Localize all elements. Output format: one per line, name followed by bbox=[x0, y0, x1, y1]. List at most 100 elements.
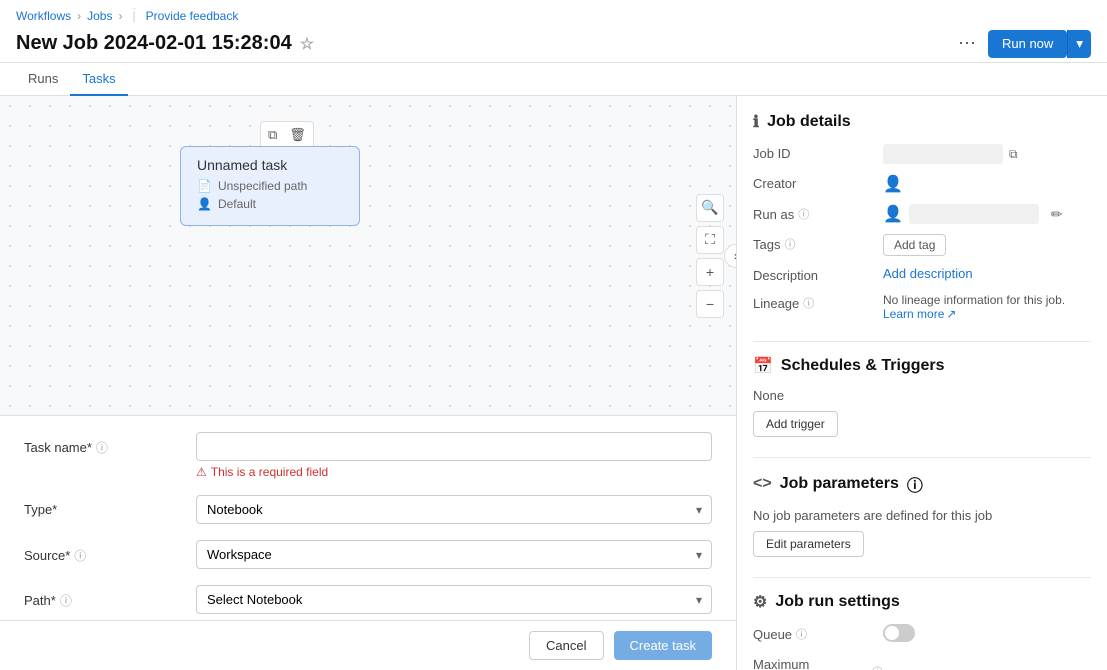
path-icon: 📄 bbox=[197, 179, 212, 193]
divider-3 bbox=[753, 577, 1091, 578]
source-select[interactable]: Workspace bbox=[196, 540, 712, 569]
queue-value bbox=[883, 624, 1091, 645]
add-tag-button[interactable]: Add tag bbox=[883, 234, 946, 256]
job-parameters-section: <> Job parameters ⓘ No job parameters ar… bbox=[753, 472, 1091, 557]
path-info-icon[interactable]: ⓘ bbox=[60, 592, 72, 609]
source-control: Workspace ▾ bbox=[196, 540, 712, 569]
job-parameters-title: <> Job parameters ⓘ bbox=[753, 472, 1091, 496]
search-canvas-button[interactable]: 🔍 bbox=[696, 194, 724, 222]
main-content: ⧉ 🗑 Unnamed task 📄 Unspecified path 👤 De… bbox=[0, 96, 1107, 670]
run-now-chevron[interactable]: ▾ bbox=[1067, 30, 1091, 58]
right-panel: ℹ Job details Job ID ⧉ Creator 👤 bbox=[737, 96, 1107, 670]
task-name-label: Task name* ⓘ bbox=[24, 432, 184, 456]
job-details-title: ℹ Job details bbox=[753, 112, 1091, 132]
breadcrumb-jobs[interactable]: Jobs bbox=[87, 9, 112, 23]
canvas-area: ⧉ 🗑 Unnamed task 📄 Unspecified path 👤 De… bbox=[0, 96, 736, 416]
add-description-button[interactable]: Add description bbox=[883, 266, 973, 281]
source-info-icon[interactable]: ⓘ bbox=[74, 547, 86, 564]
task-card[interactable]: Unnamed task 📄 Unspecified path 👤 Defaul… bbox=[180, 146, 360, 226]
run-now-button[interactable]: Run now bbox=[988, 30, 1067, 58]
queue-info-icon[interactable]: ⓘ bbox=[796, 626, 807, 642]
delete-task-button[interactable]: 🗑 bbox=[285, 125, 310, 145]
creator-person-icon: 👤 bbox=[883, 176, 903, 193]
breadcrumb-divider: | bbox=[132, 8, 135, 23]
description-label: Description bbox=[753, 266, 883, 283]
run-now-group: Run now ▾ bbox=[988, 30, 1091, 58]
tags-row: Tags ⓘ Add tag bbox=[753, 234, 1091, 256]
type-select[interactable]: Notebook bbox=[196, 495, 712, 524]
tags-info-icon[interactable]: ⓘ bbox=[784, 236, 795, 252]
run-as-value: 👤 ✏ bbox=[883, 204, 1091, 224]
fullscreen-button[interactable]: ⛶ bbox=[696, 226, 724, 254]
type-control: Notebook ▾ bbox=[196, 495, 712, 524]
task-card-title: Unnamed task bbox=[197, 157, 343, 173]
job-id-row: Job ID ⧉ bbox=[753, 144, 1091, 164]
run-as-edit-icon[interactable]: ✏ bbox=[1051, 206, 1063, 223]
lineage-info-icon[interactable]: ⓘ bbox=[803, 295, 814, 311]
toggle-knob bbox=[885, 626, 899, 640]
tab-tasks[interactable]: Tasks bbox=[70, 63, 127, 96]
source-row: Source* ⓘ Workspace ▾ bbox=[24, 540, 712, 569]
lineage-value: No lineage information for this job. Lea… bbox=[883, 293, 1091, 321]
more-options-button[interactable]: ⋯ bbox=[954, 29, 980, 58]
copy-icon[interactable]: ⧉ bbox=[1009, 147, 1018, 162]
job-id-value: ⧉ bbox=[883, 144, 1091, 164]
task-card-path: 📄 Unspecified path bbox=[197, 179, 343, 193]
edit-parameters-button[interactable]: Edit parameters bbox=[753, 531, 864, 557]
queue-row: Queue ⓘ bbox=[753, 624, 1091, 645]
header-actions: ⋯ Run now ▾ bbox=[954, 29, 1091, 58]
compute-icon: 👤 bbox=[197, 197, 212, 211]
run-as-label: Run as ⓘ bbox=[753, 204, 883, 222]
canvas-controls: 🔍 ⛶ + − bbox=[696, 194, 724, 318]
schedules-none: None bbox=[753, 388, 1091, 403]
max-concurrent-info-icon[interactable]: ⓘ bbox=[872, 664, 883, 670]
info-section-icon: ℹ bbox=[753, 112, 759, 132]
star-icon[interactable]: ☆ bbox=[300, 34, 314, 54]
job-id-input bbox=[883, 144, 1003, 164]
task-toolbar: ⧉ 🗑 bbox=[260, 121, 314, 149]
zoom-in-button[interactable]: + bbox=[696, 258, 724, 286]
create-task-button[interactable]: Create task bbox=[614, 631, 712, 660]
source-label: Source* ⓘ bbox=[24, 540, 184, 564]
lineage-label: Lineage ⓘ bbox=[753, 293, 883, 311]
run-as-person-icon: 👤 bbox=[883, 204, 903, 224]
queue-toggle[interactable] bbox=[883, 624, 915, 642]
job-details-section: ℹ Job details Job ID ⧉ Creator 👤 bbox=[753, 112, 1091, 321]
left-panel: ⧉ 🗑 Unnamed task 📄 Unspecified path 👤 De… bbox=[0, 96, 737, 670]
breadcrumb-workflows[interactable]: Workflows bbox=[16, 9, 71, 23]
sep1: › bbox=[77, 9, 81, 23]
job-title: New Job 2024-02-01 15:28:04 ☆ bbox=[16, 32, 314, 55]
run-as-info-icon[interactable]: ⓘ bbox=[798, 206, 809, 222]
path-label: Path* ⓘ bbox=[24, 585, 184, 609]
learn-more-link[interactable]: Learn more ↗ bbox=[883, 307, 1091, 321]
path-control: Select Notebook ▾ bbox=[196, 585, 712, 614]
form-footer: Cancel Create task bbox=[0, 620, 736, 670]
task-card-compute: 👤 Default bbox=[197, 197, 343, 211]
task-name-input[interactable] bbox=[196, 432, 712, 461]
path-select[interactable]: Select Notebook bbox=[196, 585, 712, 614]
job-title-text: New Job 2024-02-01 15:28:04 bbox=[16, 32, 292, 55]
job-run-settings-title: ⚙ Job run settings bbox=[753, 592, 1091, 612]
tags-label: Tags ⓘ bbox=[753, 234, 883, 252]
task-name-info-icon[interactable]: ⓘ bbox=[96, 439, 108, 456]
copy-task-button[interactable]: ⧉ bbox=[264, 125, 281, 145]
task-name-control: ⚠ This is a required field bbox=[196, 432, 712, 479]
task-name-error: ⚠ This is a required field bbox=[196, 465, 712, 479]
max-concurrent-label: Maximum concurrent runs ⓘ bbox=[753, 655, 883, 670]
tab-runs[interactable]: Runs bbox=[16, 63, 70, 96]
run-as-row: Run as ⓘ 👤 ✏ bbox=[753, 204, 1091, 224]
job-parameters-info-icon[interactable]: ⓘ bbox=[907, 472, 923, 496]
feedback-link[interactable]: Provide feedback bbox=[146, 9, 239, 23]
error-icon: ⚠ bbox=[196, 465, 207, 479]
description-value: Add description bbox=[883, 266, 1091, 281]
description-row: Description Add description bbox=[753, 266, 1091, 283]
schedules-section: 📅 Schedules & Triggers None Add trigger bbox=[753, 356, 1091, 437]
creator-value: 👤 bbox=[883, 174, 1091, 194]
job-id-label: Job ID bbox=[753, 144, 883, 161]
canvas-background bbox=[0, 96, 736, 415]
add-trigger-button[interactable]: Add trigger bbox=[753, 411, 838, 437]
zoom-out-button[interactable]: − bbox=[696, 290, 724, 318]
task-name-row: Task name* ⓘ ⚠ This is a required field bbox=[24, 432, 712, 479]
tabs: Runs Tasks bbox=[0, 63, 1107, 96]
cancel-button[interactable]: Cancel bbox=[529, 631, 603, 660]
